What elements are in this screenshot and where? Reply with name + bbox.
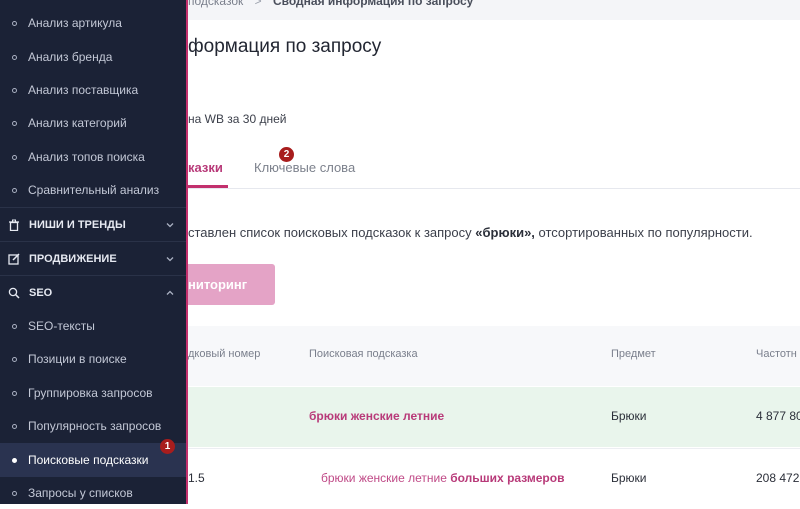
sidebar-item-supplier-analysis[interactable]: Анализ поставщика [0,73,186,107]
main-content: подсказок > Сводная информация по запрос… [188,0,800,509]
description-before: ставлен список поисковых подсказок к зап… [188,225,476,240]
monitoring-button-label: ниторинг [188,277,248,292]
bullet-icon [12,154,17,160]
sidebar-item-label: SEO-тексты [28,319,95,333]
cell-hint-bold: больших размеров [450,471,565,485]
search-icon [8,287,20,299]
bullet-icon [12,54,17,60]
sidebar-section-label: SEO [29,286,53,299]
sidebar-item-article-analysis[interactable]: Анализ артикула [0,6,186,40]
breadcrumb-bar: подсказок > Сводная информация по запрос… [188,0,800,20]
breadcrumb-current: Сводная информация по запросу [272,0,474,8]
chevron-down-icon [166,254,174,262]
monitoring-button[interactable]: ниторинг [188,264,275,305]
cell-number: 1.5 [188,471,205,485]
sidebar-item-label: Анализ категорий [28,116,127,130]
chevron-up-icon [166,288,174,296]
sidebar-item-label: Поисковые подсказки [28,453,149,467]
cell-hint-plain: брюки женские летние [321,471,451,485]
sidebar-item-label: Запросы у списков [28,486,133,500]
bullet-icon [12,20,17,26]
sidebar-item-query-popularity[interactable]: Популярность запросов [0,409,186,443]
column-header-hint[interactable]: Поисковая подсказка [309,348,418,360]
bullet-icon [12,457,17,463]
column-header-number[interactable]: дковый номер [188,348,260,360]
trash-can-icon [8,219,20,231]
sidebar-item-seo-texts[interactable]: SEO-тексты [0,309,186,343]
cell-hint-link[interactable]: брюки женские летние [309,409,444,423]
cell-frequency: 208 472 [756,471,800,485]
tabs: казки Ключевые слова 2 [188,147,800,189]
bullet-icon [12,323,17,329]
sidebar-item-list-queries[interactable]: Запросы у списков [0,476,186,504]
page-title: формация по запросу [188,36,382,57]
tab-keywords[interactable]: Ключевые слова [254,160,355,175]
sidebar-item-label: Позиции в поиске [28,352,127,366]
edit-square-icon [8,252,20,265]
sidebar-item-label: Анализ топов поиска [28,150,145,164]
annotation-badge: 2 [279,147,294,162]
description-query: «брюки», [475,225,535,240]
sidebar-item-label: Анализ артикула [28,16,122,30]
cell-subject: Брюки [611,409,647,423]
annotation-badge: 1 [160,439,175,454]
sidebar-item-query-grouping[interactable]: Группировка запросов [0,376,186,410]
bullet-icon [12,423,17,429]
tab-active-indicator [188,185,228,188]
sidebar-section-seo[interactable]: SEO [0,275,186,309]
sidebar-item-search-positions[interactable]: Позиции в поиске [0,342,186,376]
table-header: дковый номер Поисковая подсказка Предмет… [188,326,800,386]
sidebar-section-niches[interactable]: НИШИ И ТРЕНДЫ [0,207,186,241]
sidebar-item-comparative-analysis[interactable]: Сравнительный анализ [0,173,186,207]
sidebar-item-label: Группировка запросов [28,386,153,400]
sidebar-section-promotion[interactable]: ПРОДВИЖЕНИЕ [0,241,186,275]
bullet-icon [12,490,17,496]
bullet-icon [12,87,17,93]
column-header-frequency[interactable]: Частотн [756,348,797,360]
sidebar-section-label: НИШИ И ТРЕНДЫ [29,218,126,231]
sidebar-item-brand-analysis[interactable]: Анализ бренда [0,40,186,74]
sidebar-item-search-hints[interactable]: Поисковые подсказки [0,443,186,477]
table-row: 1.5 брюки женские летние больших размеро… [188,448,800,509]
sidebar-item-category-analysis[interactable]: Анализ категорий [0,106,186,140]
breadcrumb-separator: > [254,0,262,8]
breadcrumb-parent[interactable]: подсказок [188,0,243,8]
description-after: отсортированных по популярности. [534,225,753,240]
sidebar-section-label: ПРОДВИЖЕНИЕ [29,252,117,265]
sidebar-item-label: Анализ бренда [28,50,113,64]
chevron-down-icon [166,220,174,228]
description-text: ставлен список поисковых подсказок к зап… [188,225,753,240]
table-row: брюки женские летние Брюки 4 877 80 [188,387,800,447]
bullet-icon [12,187,17,193]
column-header-subject[interactable]: Предмет [611,348,656,360]
breadcrumb: подсказок > Сводная информация по запрос… [188,0,473,8]
sidebar-item-label: Популярность запросов [28,419,162,433]
tab-search-hints[interactable]: казки [188,160,223,175]
cell-frequency: 4 877 80 [756,409,800,423]
sidebar-item-label: Сравнительный анализ [28,183,160,197]
cell-subject: Брюки [611,471,647,485]
sidebar: Анализ артикула Анализ бренда Анализ пос… [0,0,186,504]
sidebar-item-search-top-analysis[interactable]: Анализ топов поиска [0,140,186,174]
cell-hint-link[interactable]: брюки женские летние больших размеров [321,471,564,485]
bullet-icon [12,120,17,126]
page-subtitle: на WB за 30 дней [188,112,287,126]
bullet-icon [12,390,17,396]
bullet-icon [12,356,17,362]
sidebar-item-label: Анализ поставщика [28,83,139,97]
